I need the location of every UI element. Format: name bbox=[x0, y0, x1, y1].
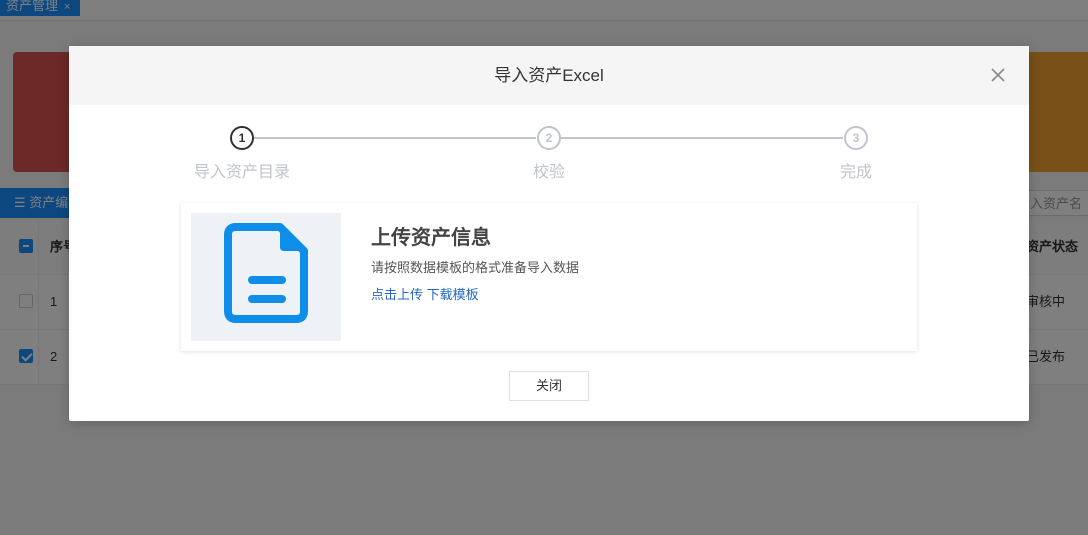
close-icon[interactable] bbox=[989, 66, 1007, 84]
download-template-link[interactable]: 下载模板 bbox=[427, 287, 479, 302]
close-button[interactable]: 关闭 bbox=[509, 371, 589, 401]
dialog-title: 导入资产Excel bbox=[494, 66, 604, 85]
step-2-circle: 2 bbox=[537, 126, 561, 150]
step-3-label: 完成 bbox=[839, 164, 873, 181]
upload-card: 上传资产信息 请按照数据模板的格式准备导入数据 点击上传 下载模板 bbox=[181, 203, 917, 351]
upload-title: 上传资产信息 bbox=[371, 227, 491, 249]
step-connector bbox=[254, 137, 536, 139]
steps: 1 2 3 导入资产目录 校验 完成 bbox=[69, 126, 1029, 196]
step-1-label: 导入资产目录 bbox=[193, 164, 291, 181]
upload-link[interactable]: 点击上传 bbox=[371, 287, 423, 302]
document-icon bbox=[191, 213, 341, 341]
upload-description: 请按照数据模板的格式准备导入数据 bbox=[371, 260, 580, 275]
step-2-label: 校验 bbox=[532, 164, 566, 181]
dialog-header: 导入资产Excel bbox=[69, 46, 1029, 105]
upload-links: 点击上传 下载模板 bbox=[371, 284, 479, 303]
step-3-circle: 3 bbox=[844, 126, 868, 150]
import-dialog: 导入资产Excel 1 2 3 导入资产目录 校验 完成 上传资产信息 请按照数… bbox=[69, 46, 1029, 421]
step-1-circle: 1 bbox=[230, 126, 254, 150]
step-connector bbox=[561, 137, 843, 139]
